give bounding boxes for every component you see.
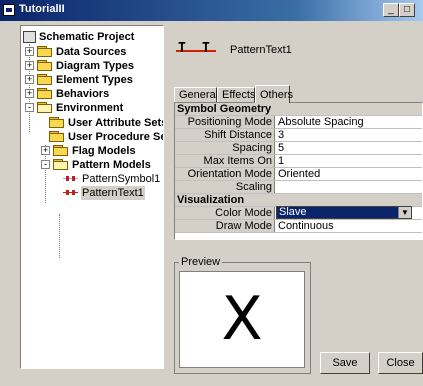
property-label: Color Mode	[175, 207, 275, 219]
tab-general[interactable]: General	[174, 87, 218, 102]
property-row[interactable]: Draw Mode Continuous	[175, 220, 422, 233]
property-row[interactable]: Max Items On Segment 1	[175, 155, 422, 179]
expander-minus-icon[interactable]: -	[25, 103, 34, 112]
title-bar[interactable]: TutorialII _ □	[0, 0, 423, 21]
close-button[interactable]: Close	[378, 352, 423, 374]
pattern-symbol-icon	[63, 175, 79, 183]
folder-icon	[49, 117, 65, 128]
property-value[interactable]: Absolute Spacing	[278, 116, 364, 128]
property-row[interactable]: Shift Distance 3	[175, 129, 422, 142]
dropdown-arrow-icon[interactable]: ▼	[398, 207, 411, 218]
preview-canvas: X	[179, 271, 305, 368]
preview-label: Preview	[179, 256, 223, 268]
property-label: Spacing	[175, 142, 275, 154]
property-row-color-mode[interactable]: Color Mode Slave ▼	[175, 206, 422, 220]
maximize-button[interactable]: □	[399, 3, 415, 17]
property-label: Shift Distance	[175, 129, 275, 141]
expander-plus-icon[interactable]: +	[25, 47, 34, 56]
folder-icon	[37, 88, 53, 99]
folder-icon	[37, 46, 53, 57]
open-folder-icon	[37, 102, 53, 113]
expander-plus-icon[interactable]: +	[41, 146, 50, 155]
tab-others[interactable]: Others	[255, 85, 293, 103]
app-icon	[3, 4, 15, 16]
folder-icon	[53, 145, 69, 156]
property-label: Positioning Mode	[175, 116, 275, 128]
save-button[interactable]: Save	[320, 352, 370, 374]
expander-plus-icon[interactable]: +	[25, 61, 34, 70]
preview-group: Preview X	[174, 256, 311, 374]
tab-effects[interactable]: Effects	[217, 87, 255, 102]
property-value[interactable]: Oriented	[278, 168, 320, 180]
property-value[interactable]: 3	[278, 129, 284, 141]
color-mode-select[interactable]: Slave ▼	[276, 206, 412, 219]
property-row[interactable]: Orientation Mode Oriented	[175, 168, 422, 181]
window-title: TutorialII	[19, 3, 65, 15]
item-name: PatternText1	[230, 44, 292, 56]
open-folder-icon	[53, 159, 69, 170]
pattern-text-icon	[63, 189, 79, 197]
property-label: Orientation Mode	[175, 168, 275, 180]
item-header: T T PatternText1	[172, 25, 423, 78]
property-row[interactable]: Spacing 5	[175, 142, 422, 155]
section-symbol-geometry: Symbol Geometry	[175, 103, 422, 116]
preview-glyph: X	[221, 284, 263, 354]
expander-plus-icon[interactable]: +	[25, 89, 34, 98]
property-value[interactable]: 1	[278, 155, 284, 167]
property-grid: Symbol Geometry Positioning Mode Absolut…	[174, 102, 423, 240]
property-value[interactable]: 5	[278, 142, 284, 154]
property-row[interactable]: Scaling	[175, 181, 422, 194]
property-label: Draw Mode	[175, 220, 275, 232]
folder-icon	[49, 131, 65, 142]
property-value[interactable]: Continuous	[278, 220, 334, 232]
property-label: Scaling	[175, 181, 275, 193]
project-icon	[23, 31, 36, 43]
property-row[interactable]: Positioning Mode Absolute Spacing	[175, 116, 422, 129]
expander-plus-icon[interactable]: +	[25, 75, 34, 84]
pattern-text-large-icon: T T	[176, 41, 216, 61]
project-tree[interactable]: Schematic Project + Data Sources + Diagr…	[20, 25, 164, 369]
folder-icon	[37, 60, 53, 71]
folder-icon	[37, 74, 53, 85]
expander-minus-icon[interactable]: -	[41, 160, 50, 169]
minimize-button[interactable]: _	[383, 3, 399, 17]
property-label: Max Items On Segment	[175, 155, 275, 179]
